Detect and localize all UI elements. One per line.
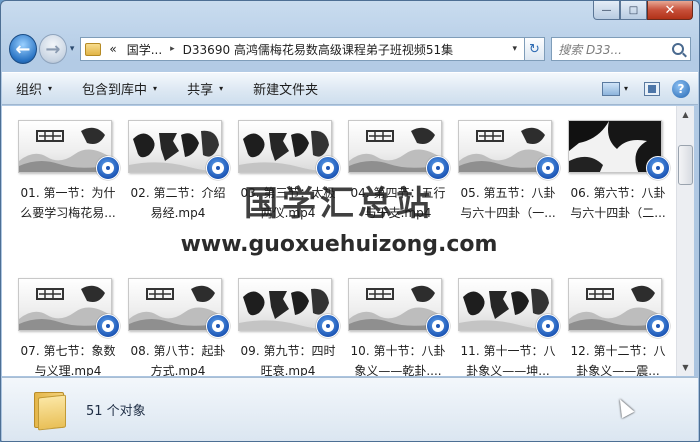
chevron-down-icon: ▾ <box>48 84 53 93</box>
new-folder-label: 新建文件夹 <box>253 83 319 98</box>
breadcrumb-item-guoxue[interactable]: 国学... <box>127 41 162 58</box>
address-bar[interactable]: « 国学... ▸ D33690 高鸿儒梅花易数高级课程弟子班视频51集 ▾ <box>80 37 525 61</box>
address-dropdown-button[interactable]: ▾ <box>506 44 524 54</box>
media-player-icon <box>316 314 340 338</box>
back-button[interactable]: ← <box>9 34 37 64</box>
media-player-icon <box>536 314 560 338</box>
view-controls: ▾ ? <box>601 79 698 98</box>
folder-icon <box>85 42 102 56</box>
file-name: 05. 第五节：八卦与六十四卦（一... <box>460 186 556 220</box>
breadcrumb-overflow[interactable]: « <box>109 42 116 56</box>
chevron-down-icon: ▾ <box>153 84 158 93</box>
organize-label: 组织 <box>16 83 43 98</box>
file-name: 12. 第十二节：八卦象义——震... <box>570 344 666 376</box>
media-player-icon <box>646 314 670 338</box>
file-name: 02. 第二节：介绍易经.mp4 <box>130 186 226 220</box>
folder-icon <box>34 390 68 430</box>
file-name: 03. 第三节：太极两仪.mp4 <box>240 186 336 220</box>
file-item[interactable]: 07. 第七节：象数与义理.mp4 <box>16 278 126 376</box>
file-name: 04. 第四节：五行与干支.mp4 <box>350 186 446 220</box>
media-player-icon <box>206 156 230 180</box>
file-item[interactable]: 12. 第十二节：八卦象义——震... <box>566 278 676 376</box>
command-bar: 组织 ▾ 包含到库中 ▾ 共享 ▾ 新建文件夹 ▾ ? <box>2 72 698 105</box>
file-name: 08. 第八节：起卦方式.mp4 <box>130 344 226 376</box>
file-name: 10. 第十节：八卦象义——乾卦.... <box>350 344 446 376</box>
search-icon[interactable] <box>672 43 685 55</box>
new-folder-button[interactable]: 新建文件夹 <box>253 79 318 98</box>
close-button[interactable]: ✕ <box>647 1 693 20</box>
file-name: 07. 第七节：象数与义理.mp4 <box>20 344 116 376</box>
media-player-icon <box>316 156 340 180</box>
file-item[interactable]: 09. 第九节：四时旺衰.mp4 <box>236 278 346 376</box>
breadcrumb-item-current-folder[interactable]: D33690 高鸿儒梅花易数高级课程弟子班视频51集 <box>183 41 454 58</box>
share-label: 共享 <box>187 83 214 98</box>
media-player-icon <box>646 156 670 180</box>
refresh-button[interactable]: ↻ <box>524 37 546 61</box>
file-item[interactable]: 11. 第十一节：八卦象义——坤... <box>456 278 566 376</box>
media-player-icon <box>96 314 120 338</box>
file-list-pane[interactable]: 01. 第一节：为什么要学习梅花易... 02. 第二节：介绍易经.mp4 03. … <box>2 106 676 376</box>
share-menu[interactable]: 共享 ▾ <box>187 79 223 98</box>
include-in-library-menu[interactable]: 包含到库中 ▾ <box>82 79 157 98</box>
file-item[interactable]: 04. 第四节：五行与干支.mp4 <box>346 120 456 278</box>
details-pane: 51 个对象 <box>2 377 698 441</box>
scroll-down-button[interactable]: ▼ <box>677 359 694 376</box>
item-count: 51 个对象 <box>86 404 146 419</box>
file-name: 06. 第六节：八卦与六十四卦（二... <box>570 186 666 220</box>
caption-buttons: — □ ✕ <box>593 1 693 21</box>
file-item[interactable]: 03. 第三节：太极两仪.mp4 <box>236 120 346 278</box>
file-name: 11. 第十一节：八卦象义——坤... <box>460 344 556 376</box>
view-options-button[interactable]: ▾ <box>624 84 628 93</box>
media-player-icon <box>206 314 230 338</box>
search-box[interactable]: 搜索 D33... <box>551 37 692 61</box>
maximize-button[interactable]: □ <box>620 1 647 20</box>
file-grid: 01. 第一节：为什么要学习梅花易... 02. 第二节：介绍易经.mp4 03. … <box>16 120 676 376</box>
navigation-bar: ← → ▾ « 国学... ▸ D33690 高鸿儒梅花易数高级课程弟子班视频5… <box>9 33 692 65</box>
media-player-icon <box>426 314 450 338</box>
change-view-icon[interactable] <box>601 81 620 96</box>
file-item[interactable]: 01. 第一节：为什么要学习梅花易... <box>16 120 126 278</box>
explorer-window: — □ ✕ ← → ▾ « 国学... ▸ D33690 高鸿儒梅花易数高级课程… <box>0 0 700 442</box>
scroll-up-button[interactable]: ▲ <box>677 106 694 123</box>
scroll-thumb[interactable] <box>678 145 693 185</box>
preview-pane-icon[interactable] <box>644 81 660 96</box>
file-name: 01. 第一节：为什么要学习梅花易... <box>20 186 116 220</box>
media-player-icon <box>426 156 450 180</box>
file-item[interactable]: 05. 第五节：八卦与六十四卦（一... <box>456 120 566 278</box>
arrow-right-icon: → <box>45 38 61 60</box>
media-player-icon <box>536 156 560 180</box>
search-input[interactable]: 搜索 D33... <box>558 41 672 58</box>
vertical-scrollbar[interactable]: ▲ ▼ <box>676 106 694 376</box>
recent-pages-button[interactable]: ▾ <box>70 44 75 54</box>
chevron-down-icon: ▾ <box>219 84 224 93</box>
breadcrumb-separator-icon[interactable]: ▸ <box>170 44 175 54</box>
arrow-left-icon: ← <box>15 38 31 60</box>
help-icon[interactable]: ? <box>672 79 690 98</box>
file-item[interactable]: 08. 第八节：起卦方式.mp4 <box>126 278 236 376</box>
file-item[interactable]: 10. 第十节：八卦象义——乾卦.... <box>346 278 456 376</box>
refresh-icon: ↻ <box>529 41 540 57</box>
forward-button[interactable]: → <box>38 34 67 64</box>
file-name: 09. 第九节：四时旺衰.mp4 <box>240 344 336 376</box>
organize-menu[interactable]: 组织 ▾ <box>16 79 52 98</box>
file-item[interactable]: 02. 第二节：介绍易经.mp4 <box>126 120 236 278</box>
include-in-library-label: 包含到库中 <box>82 83 148 98</box>
media-player-icon <box>96 156 120 180</box>
minimize-button[interactable]: — <box>593 1 620 20</box>
file-item[interactable]: 06. 第六节：八卦与六十四卦（二... <box>566 120 676 278</box>
